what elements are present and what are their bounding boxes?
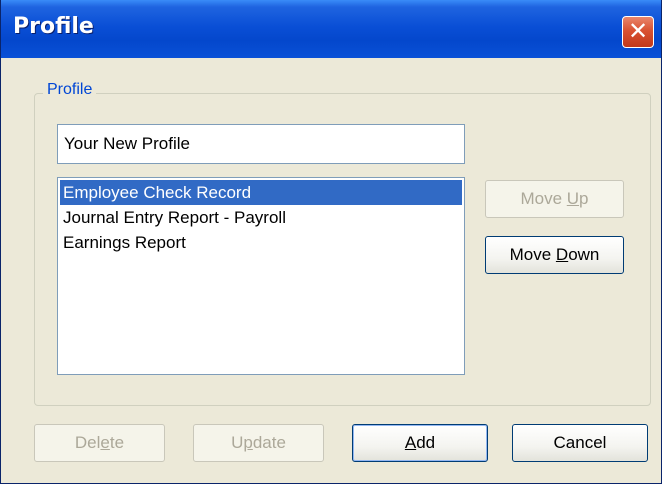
button-label: Del: [74, 433, 101, 452]
move-up-button[interactable]: Move Up: [485, 180, 624, 218]
list-item[interactable]: Employee Check Record: [60, 180, 462, 205]
button-label: p: [579, 189, 589, 208]
profile-group-label: Profile: [43, 81, 97, 99]
list-item[interactable]: Journal Entry Report - Payroll: [60, 205, 462, 230]
access-key: D: [555, 245, 569, 264]
button-label: Move: [520, 189, 567, 208]
button-label: date: [252, 433, 286, 452]
profile-name-input[interactable]: [57, 124, 465, 164]
close-button[interactable]: ✕: [622, 16, 654, 48]
access-key: U: [566, 189, 580, 208]
access-key: A: [404, 433, 417, 452]
window-title: Profile: [13, 14, 94, 39]
close-icon: ✕: [627, 17, 649, 45]
access-key: p: [243, 433, 253, 452]
button-label: Cancel: [553, 433, 607, 452]
report-listbox[interactable]: Employee Check Record Journal Entry Repo…: [57, 177, 465, 375]
add-button[interactable]: Add: [352, 424, 488, 462]
button-label: te: [109, 433, 125, 452]
delete-button[interactable]: Delete: [34, 424, 165, 462]
button-label: own: [568, 245, 600, 264]
profile-dialog: Profile ✕ Profile Employee Check Record …: [0, 0, 662, 484]
move-down-button[interactable]: Move Down: [485, 236, 624, 274]
access-key: e: [100, 433, 110, 452]
button-label: dd: [416, 433, 436, 452]
title-bar[interactable]: Profile ✕: [1, 0, 661, 58]
list-item[interactable]: Earnings Report: [60, 230, 462, 255]
button-label: U: [231, 433, 244, 452]
cancel-button[interactable]: Cancel: [512, 424, 648, 462]
button-label: Move: [509, 245, 556, 264]
update-button[interactable]: Update: [193, 424, 324, 462]
